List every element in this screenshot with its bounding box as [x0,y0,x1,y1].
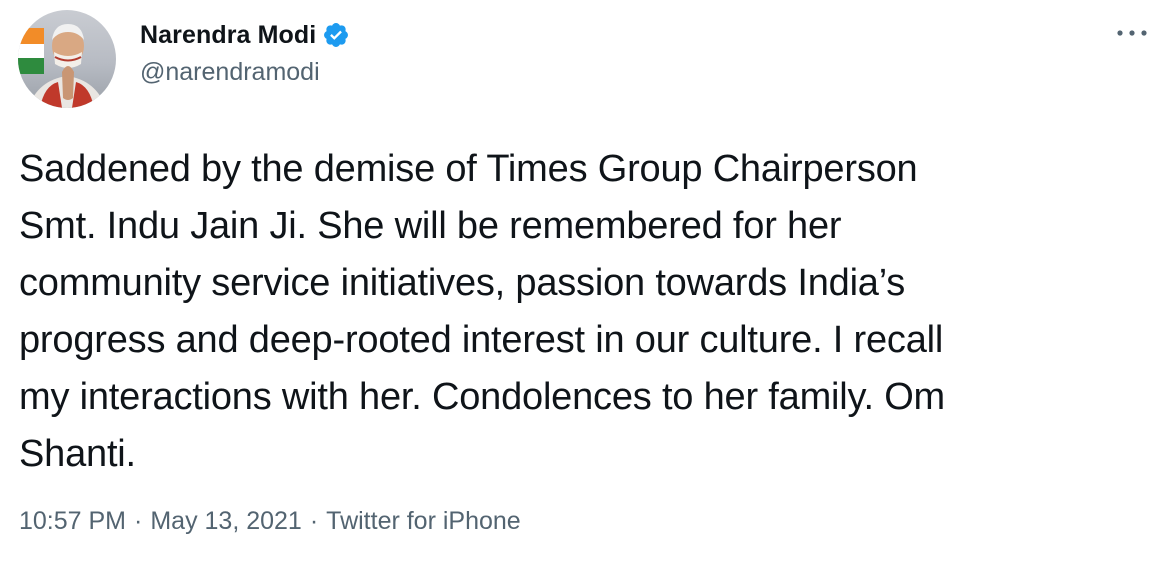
display-name[interactable]: Narendra Modi [140,21,316,50]
meta-separator: · [309,507,319,535]
more-options-button[interactable] [1114,18,1150,48]
meta-separator: · [134,507,143,535]
tweet-time[interactable]: 10:57 PM [19,507,126,536]
author-block: Narendra Modi @narendramodi [140,18,350,87]
tweet-meta: 10:57 PM · May 13, 2021 · Twitter for iP… [19,507,521,536]
verified-badge-icon [322,21,350,49]
tweet-date[interactable]: May 13, 2021 [150,507,302,536]
more-options-icon [1117,30,1147,36]
handle[interactable]: @narendramodi [140,58,350,87]
name-row: Narendra Modi [140,18,350,52]
tweet-source[interactable]: Twitter for iPhone [326,507,521,536]
tweet-text: Saddened by the demise of Times Group Ch… [19,148,946,475]
avatar[interactable] [18,10,116,108]
avatar-photo [18,24,106,108]
